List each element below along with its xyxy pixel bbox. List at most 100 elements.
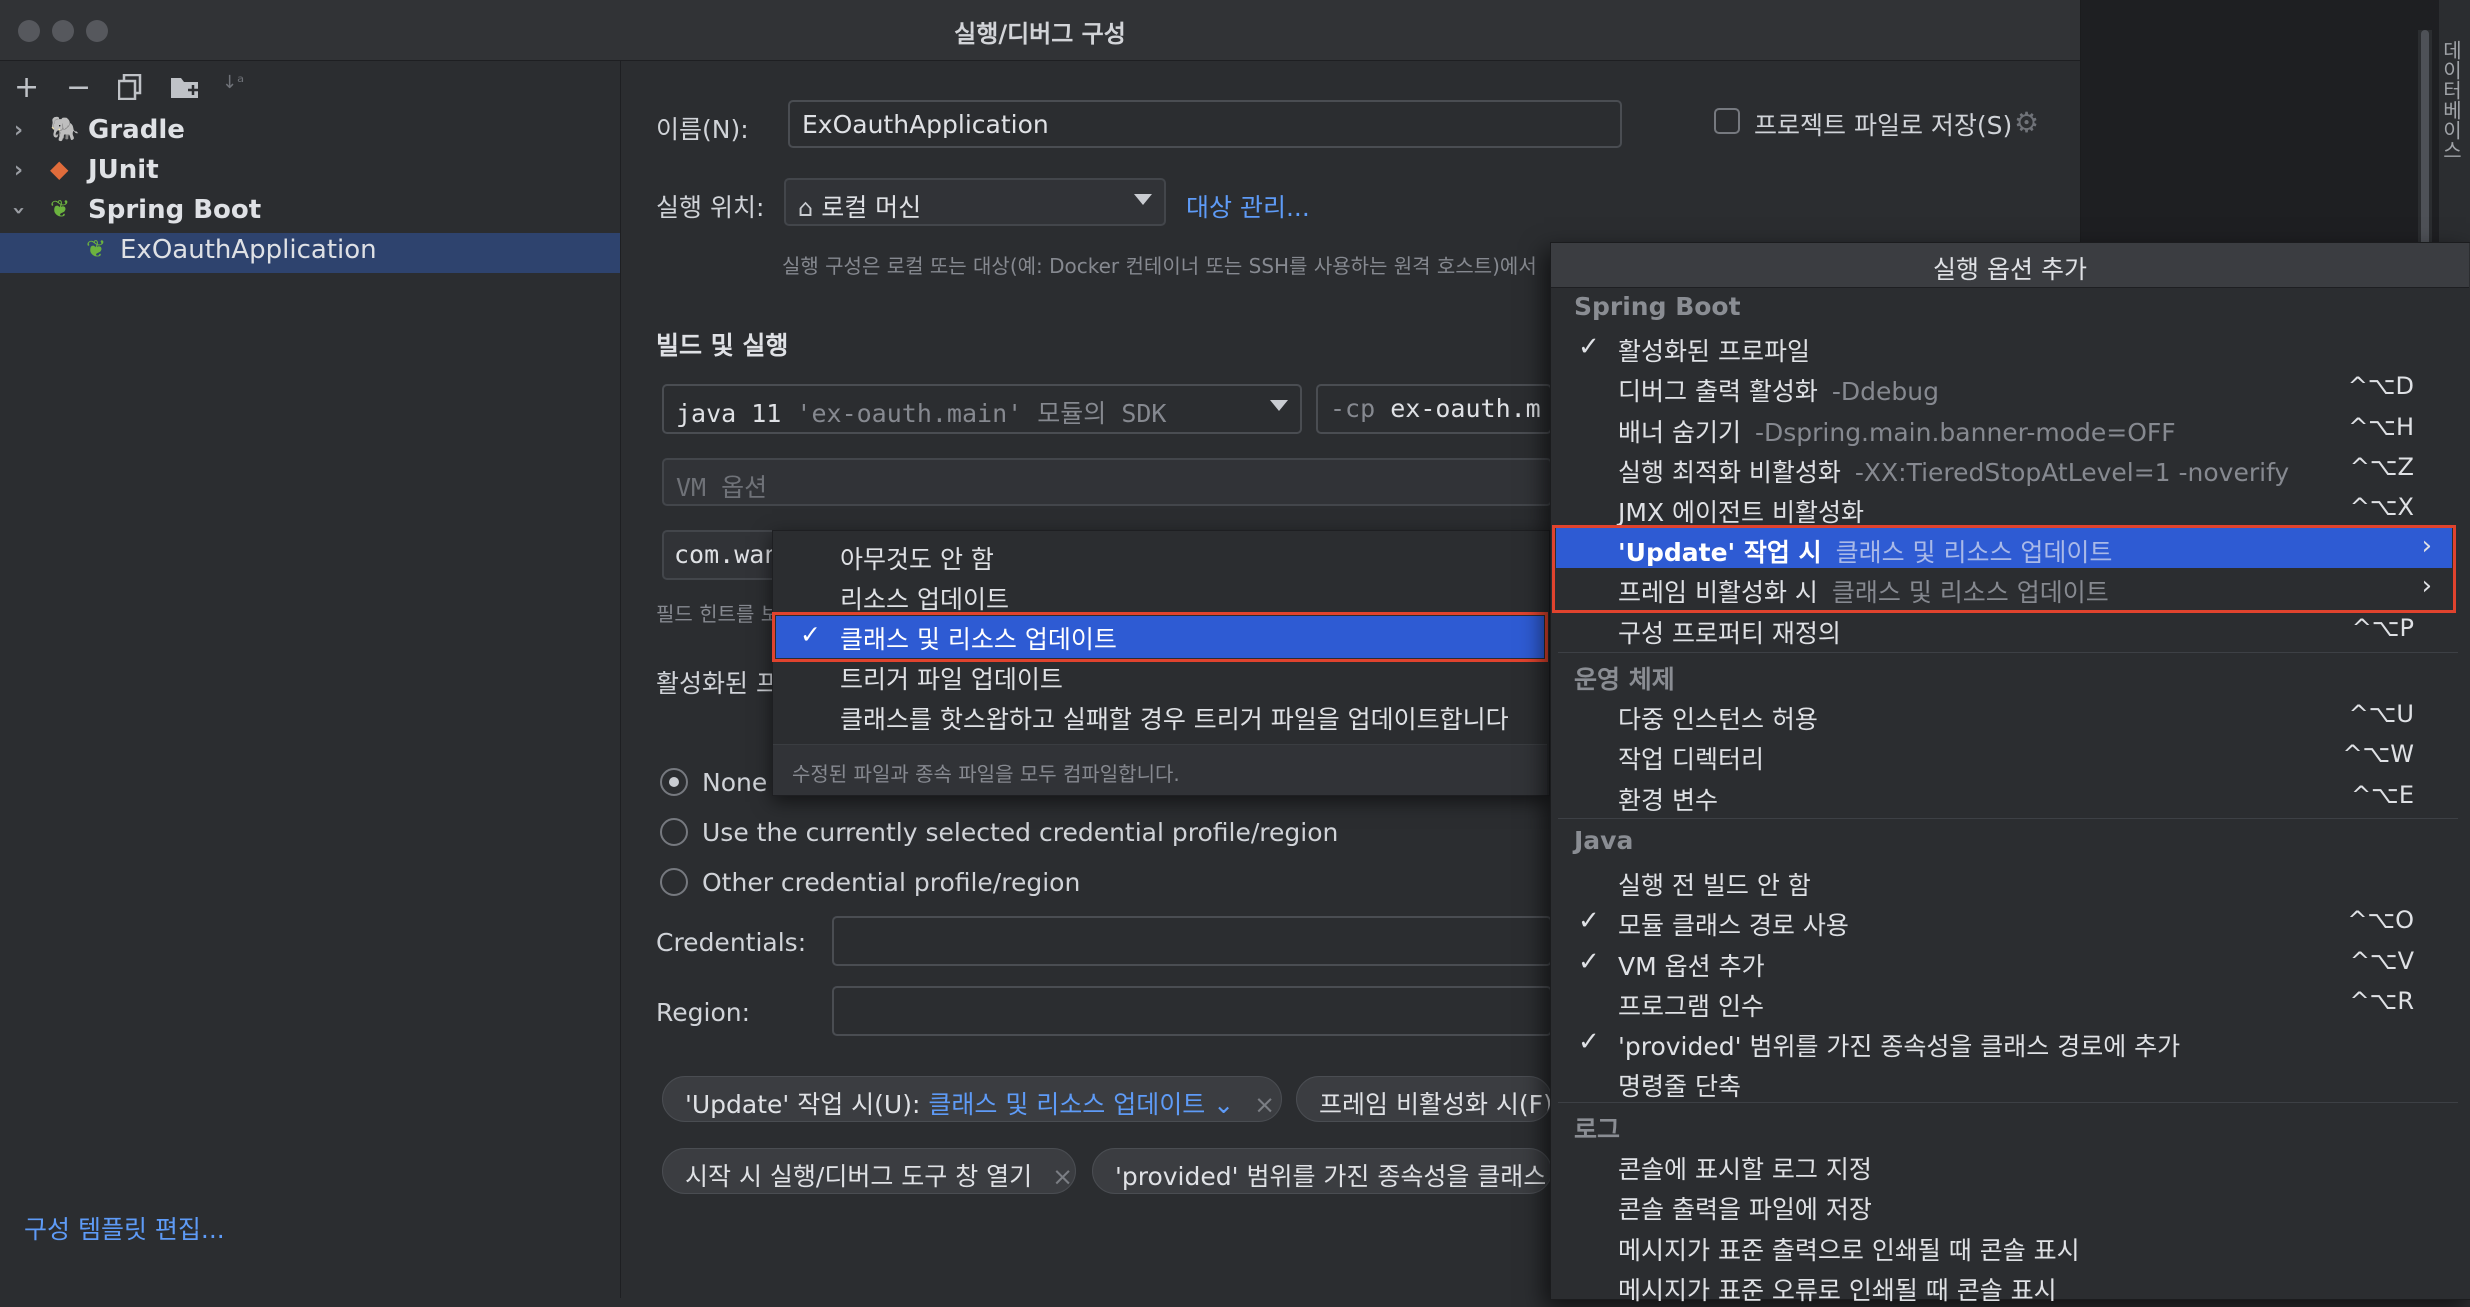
run-on-label: 실행 위치: <box>656 193 765 222</box>
run-option-item[interactable]: 'provided' 범위를 가진 종속성을 클래스 경로에 추가 <box>1618 1027 2180 1063</box>
vm-options-field[interactable]: VM 옵션 <box>662 458 1552 506</box>
chevron-down-icon[interactable]: › <box>6 206 31 215</box>
tree-item-junit[interactable]: › ◆ JUnit <box>0 153 620 193</box>
run-option-shortcut: ^⌥U <box>2348 700 2414 729</box>
run-option-label: JMX 에이전트 비활성화 <box>1618 498 1864 527</box>
run-option-label: 활성화된 프로파일 <box>1618 337 1810 367</box>
run-option-item[interactable]: 실행 전 빌드 안 함 <box>1618 866 1811 902</box>
update-popup-footer-text: 수정된 파일과 종속 파일을 모두 컴파일합니다. <box>792 762 1180 786</box>
run-option-item[interactable]: 작업 디렉터리 <box>1618 740 1764 776</box>
chip-update-action[interactable]: 'Update' 작업 시(U): 클래스 및 리소스 업데이트 ⌄ × <box>662 1076 1282 1122</box>
update-option-highlight-border <box>772 612 1548 662</box>
field-hint: 필드 힌트를 보 <box>656 602 776 626</box>
check-icon: ✓ <box>1578 906 1600 937</box>
run-option-label: 메시지가 표준 출력으로 인쇄될 때 콘솔 표시 <box>1618 1235 2080 1265</box>
run-option-label: 작업 디렉터리 <box>1618 745 1764 775</box>
name-value: ExOauthApplication <box>802 110 1049 139</box>
cp-prefix: -cp <box>1330 394 1376 423</box>
run-options-section-title: 로그 <box>1574 1115 1621 1144</box>
run-option-item[interactable]: 콘솔 출력을 파일에 저장 <box>1618 1190 1872 1226</box>
radio-none[interactable] <box>660 768 688 796</box>
gear-icon[interactable]: ⚙ <box>2014 106 2039 139</box>
run-option-item[interactable]: 환경 변수 <box>1618 781 1718 817</box>
update-option-do-nothing[interactable]: 아무것도 안 함 <box>840 540 994 576</box>
run-option-item[interactable]: 구성 프로퍼티 재정의 <box>1618 614 1841 650</box>
spring-boot-icon: ❦ <box>50 195 71 223</box>
add-icon[interactable]: + <box>14 70 39 105</box>
remove-icon[interactable]: − <box>66 70 91 105</box>
radio-other-profile-label: Other credential profile/region <box>702 868 1081 897</box>
chevron-down-icon[interactable]: ⌄ <box>1213 1090 1234 1119</box>
run-option-item[interactable]: 메시지가 표준 출력으로 인쇄될 때 콘솔 표시 <box>1618 1231 2080 1267</box>
run-options-separator <box>1558 818 2458 819</box>
chevron-right-icon[interactable]: › <box>14 118 23 143</box>
chip-frame-deactivation[interactable]: 프레임 비활성화 시(F): <box>1296 1076 1552 1122</box>
sdk-java-version: java 11 <box>676 399 782 428</box>
run-option-item[interactable]: VM 옵션 추가 <box>1618 947 1765 983</box>
run-option-shortcut: ^⌥D <box>2347 372 2414 401</box>
move-to-folder-icon[interactable] <box>170 74 200 100</box>
radio-current-profile[interactable] <box>660 818 688 846</box>
run-option-item[interactable]: 디버그 출력 활성화 -Ddebug <box>1618 372 1939 408</box>
store-as-file-label: 프로젝트 파일로 저장(S) <box>1754 111 2013 140</box>
close-icon[interactable]: × <box>1254 1090 1275 1119</box>
credentials-label: Credentials: <box>656 928 807 957</box>
run-option-item[interactable]: 메시지가 표준 오류로 인쇄될 때 콘솔 표시 <box>1618 1271 2057 1307</box>
run-option-item[interactable]: 프로그램 인수 <box>1618 987 1764 1023</box>
update-option-hotswap[interactable]: 클래스를 핫스왑하고 실패할 경우 트리거 파일을 업데이트합니다 <box>840 700 1509 736</box>
run-option-item[interactable]: 배너 숨기기 -Dspring.main.banner-mode=OFF <box>1618 413 2176 449</box>
sdk-module: 'ex-oauth.main' <box>796 399 1023 428</box>
run-option-item[interactable]: 콘솔에 표시할 로그 지정 <box>1618 1150 1872 1186</box>
store-as-file-checkbox[interactable] <box>1714 108 1740 134</box>
main-class-field[interactable]: com.wan <box>662 530 782 580</box>
chip-value[interactable]: 클래스 및 리소스 업데이트 <box>928 1090 1205 1119</box>
name-field[interactable]: ExOauthApplication <box>788 100 1622 148</box>
run-options-section-title: Spring Boot <box>1574 292 1741 321</box>
run-option-item[interactable]: 다중 인스턴스 허용 <box>1618 700 1818 736</box>
run-option-item[interactable]: JMX 에이전트 비활성화 <box>1618 493 1864 529</box>
region-label: Region: <box>656 998 751 1027</box>
run-on-value: 로컬 머신 <box>821 193 922 222</box>
chevron-right-icon[interactable]: › <box>14 158 23 183</box>
tree-item-label: Spring Boot <box>88 195 262 225</box>
run-option-label: 콘솔에 표시할 로그 지정 <box>1618 1155 1872 1185</box>
run-option-label: VM 옵션 추가 <box>1618 951 1765 981</box>
tree-item-spring-boot[interactable]: › ❦ Spring Boot <box>0 193 620 233</box>
run-option-detail: -Ddebug <box>1831 377 1940 407</box>
run-option-label: 실행 전 빌드 안 함 <box>1618 871 1811 901</box>
run-option-label: 환경 변수 <box>1618 785 1718 815</box>
radio-other-profile[interactable] <box>660 868 688 896</box>
database-tool-label[interactable]: 데이터베이스 <box>2439 40 2466 240</box>
chip-provided-scope[interactable]: 'provided' 범위를 가진 종속성을 클래스 경 <box>1092 1148 1552 1194</box>
run-option-item[interactable]: 활성화된 프로파일 <box>1618 332 1810 368</box>
run-on-dropdown[interactable]: ⌂ 로컬 머신 <box>784 178 1166 226</box>
run-option-item[interactable]: 명령줄 단축 <box>1618 1067 1741 1103</box>
credentials-dropdown[interactable] <box>832 916 1552 966</box>
sdk-dropdown[interactable]: java 11 'ex-oauth.main' 모듈의 SDK <box>662 384 1302 434</box>
chip-label: 'provided' 범위를 가진 종속성을 클래스 경 <box>1115 1162 1552 1191</box>
run-option-shortcut: ^⌥E <box>2351 780 2414 809</box>
check-icon: ✓ <box>1578 332 1600 363</box>
run-option-detail: -XX:TieredStopAtLevel=1 -noverify <box>1854 457 2290 487</box>
vm-options-placeholder: VM 옵션 <box>676 473 768 502</box>
tree-item-label: ExOauthApplication <box>120 235 377 265</box>
chip-open-tool-window[interactable]: 시작 시 실행/디버그 도구 창 열기 × <box>662 1148 1076 1194</box>
chip-label: 프레임 비활성화 시(F): <box>1319 1090 1552 1119</box>
run-option-shortcut: ^⌥R <box>2349 986 2414 1015</box>
run-option-shortcut: ^⌥P <box>2351 613 2414 642</box>
edit-templates-link[interactable]: 구성 템플릿 편집... <box>24 1210 225 1246</box>
copy-icon[interactable] <box>117 73 142 101</box>
sort-icon[interactable]: ↓ᵃ <box>222 72 250 102</box>
run-option-item[interactable]: 실행 최적화 비활성화 -XX:TieredStopAtLevel=1 -nove… <box>1618 453 2289 489</box>
update-option-trigger-file[interactable]: 트리거 파일 업데이트 <box>840 660 1063 696</box>
run-on-hint: 실행 구성은 로컬 또는 대상(예: Docker 컨테이너 또는 SSH를 사… <box>782 254 1537 278</box>
classpath-dropdown[interactable]: -cp ex-oauth.m <box>1316 384 1552 434</box>
tree-item-exoauthapplication[interactable]: ❦ ExOauthApplication <box>0 233 620 273</box>
tree-item-gradle[interactable]: › 🐘 Gradle <box>0 113 620 153</box>
run-option-label: 콘솔 출력을 파일에 저장 <box>1618 1195 1872 1225</box>
update-option-resources[interactable]: 리소스 업데이트 <box>840 580 1009 616</box>
run-option-item[interactable]: 모듈 클래스 경로 사용 <box>1618 906 1849 942</box>
region-dropdown[interactable] <box>832 986 1552 1036</box>
manage-targets-link[interactable]: 대상 관리... <box>1186 188 1310 224</box>
dropdown-arrow-icon <box>1270 400 1288 411</box>
